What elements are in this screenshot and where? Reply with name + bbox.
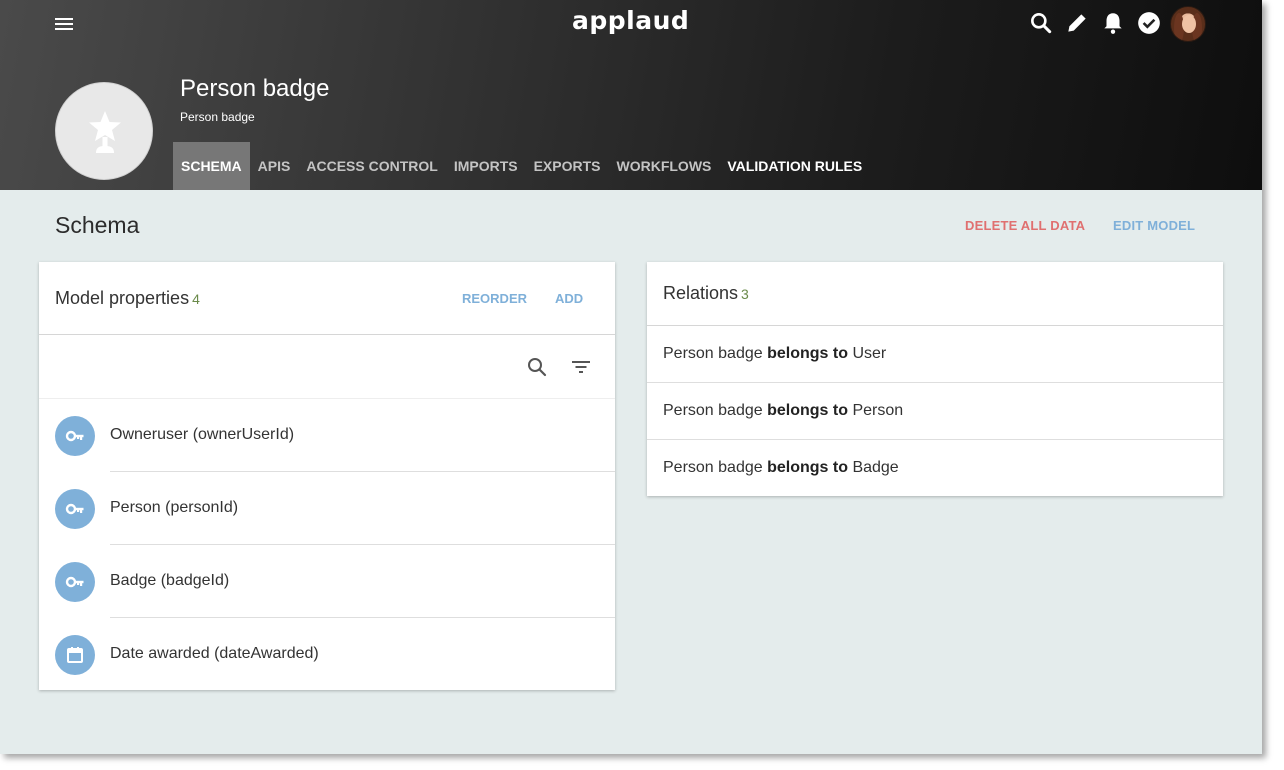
user-avatar[interactable] xyxy=(1170,6,1206,42)
relation-source: Person badge xyxy=(663,459,763,476)
property-label: Person (personId) xyxy=(110,499,239,516)
search-icon[interactable] xyxy=(525,355,549,379)
relations-header: Relations 3 xyxy=(647,262,1223,326)
property-row[interactable]: Owneruser (ownerUserId) xyxy=(39,399,615,472)
tab-workflows[interactable]: WORKFLOWS xyxy=(609,142,720,190)
edit-model-button[interactable]: EDIT MODEL xyxy=(1113,218,1195,233)
model-properties-title: Model properties xyxy=(55,288,190,308)
reorder-button[interactable]: REORDER xyxy=(462,291,527,306)
relation-target: Badge xyxy=(852,459,899,476)
key-icon xyxy=(55,562,95,602)
relation-row[interactable]: Person badge belongs to Badge xyxy=(647,440,1223,497)
model-properties-card: Model properties 4 REORDER ADD Owneruser … xyxy=(39,262,615,690)
relation-verb: belongs to xyxy=(767,459,848,476)
property-row[interactable]: Person (personId) xyxy=(39,472,615,545)
property-label: Badge (badgeId) xyxy=(110,572,230,589)
relation-target: User xyxy=(852,345,887,362)
tab-apis[interactable]: APIS xyxy=(250,142,299,190)
calendar-icon xyxy=(55,635,95,675)
relation-source: Person badge xyxy=(663,345,763,362)
tab-schema[interactable]: SCHEMA xyxy=(173,142,250,190)
tab-validation-rules[interactable]: VALIDATION RULES xyxy=(719,142,870,190)
properties-toolbar xyxy=(39,335,615,399)
relations-card: Relations 3 Person badge belongs to User … xyxy=(647,262,1223,496)
add-property-button[interactable]: ADD xyxy=(555,291,583,306)
menu-icon[interactable] xyxy=(52,12,76,36)
tab-access-control[interactable]: ACCESS CONTROL xyxy=(298,142,445,190)
search-icon[interactable] xyxy=(1028,10,1054,36)
relation-target: Person xyxy=(852,402,904,419)
award-icon xyxy=(89,111,121,153)
section-title: Schema xyxy=(55,212,140,238)
check-circle-icon[interactable] xyxy=(1136,10,1162,36)
brand-logo: applaud xyxy=(572,6,690,35)
pencil-icon[interactable] xyxy=(1064,10,1090,36)
tab-exports[interactable]: EXPORTS xyxy=(526,142,609,190)
page-title: Person badge xyxy=(180,75,330,102)
filter-icon[interactable] xyxy=(569,355,593,379)
model-header: applaud Person badge Person badge SCHEMA xyxy=(0,0,1262,190)
app-window: applaud Person badge Person badge SCHEMA xyxy=(0,0,1262,754)
key-icon xyxy=(55,416,95,456)
model-properties-count: 4 xyxy=(192,291,200,307)
delete-all-data-button[interactable]: DELETE ALL DATA xyxy=(965,218,1085,233)
relation-verb: belongs to xyxy=(767,402,848,419)
property-label: Date awarded (dateAwarded) xyxy=(110,645,319,662)
relations-count: 3 xyxy=(741,286,749,302)
property-row[interactable]: Date awarded (dateAwarded) xyxy=(39,618,615,691)
relation-row[interactable]: Person badge belongs to User xyxy=(647,326,1223,383)
key-icon xyxy=(55,489,95,529)
tab-imports[interactable]: IMPORTS xyxy=(446,142,526,190)
page-subtitle: Person badge xyxy=(180,110,255,124)
relations-title: Relations xyxy=(663,283,739,303)
tab-bar: SCHEMA APIS ACCESS CONTROL IMPORTS EXPOR… xyxy=(173,142,870,190)
model-avatar xyxy=(55,82,153,180)
relation-verb: belongs to xyxy=(767,345,848,362)
property-row[interactable]: Badge (badgeId) xyxy=(39,545,615,618)
bell-icon[interactable] xyxy=(1100,10,1126,36)
property-label: Owneruser (ownerUserId) xyxy=(110,426,295,443)
relation-row[interactable]: Person badge belongs to Person xyxy=(647,383,1223,440)
model-properties-header: Model properties 4 REORDER ADD xyxy=(39,262,615,335)
relation-source: Person badge xyxy=(663,402,763,419)
